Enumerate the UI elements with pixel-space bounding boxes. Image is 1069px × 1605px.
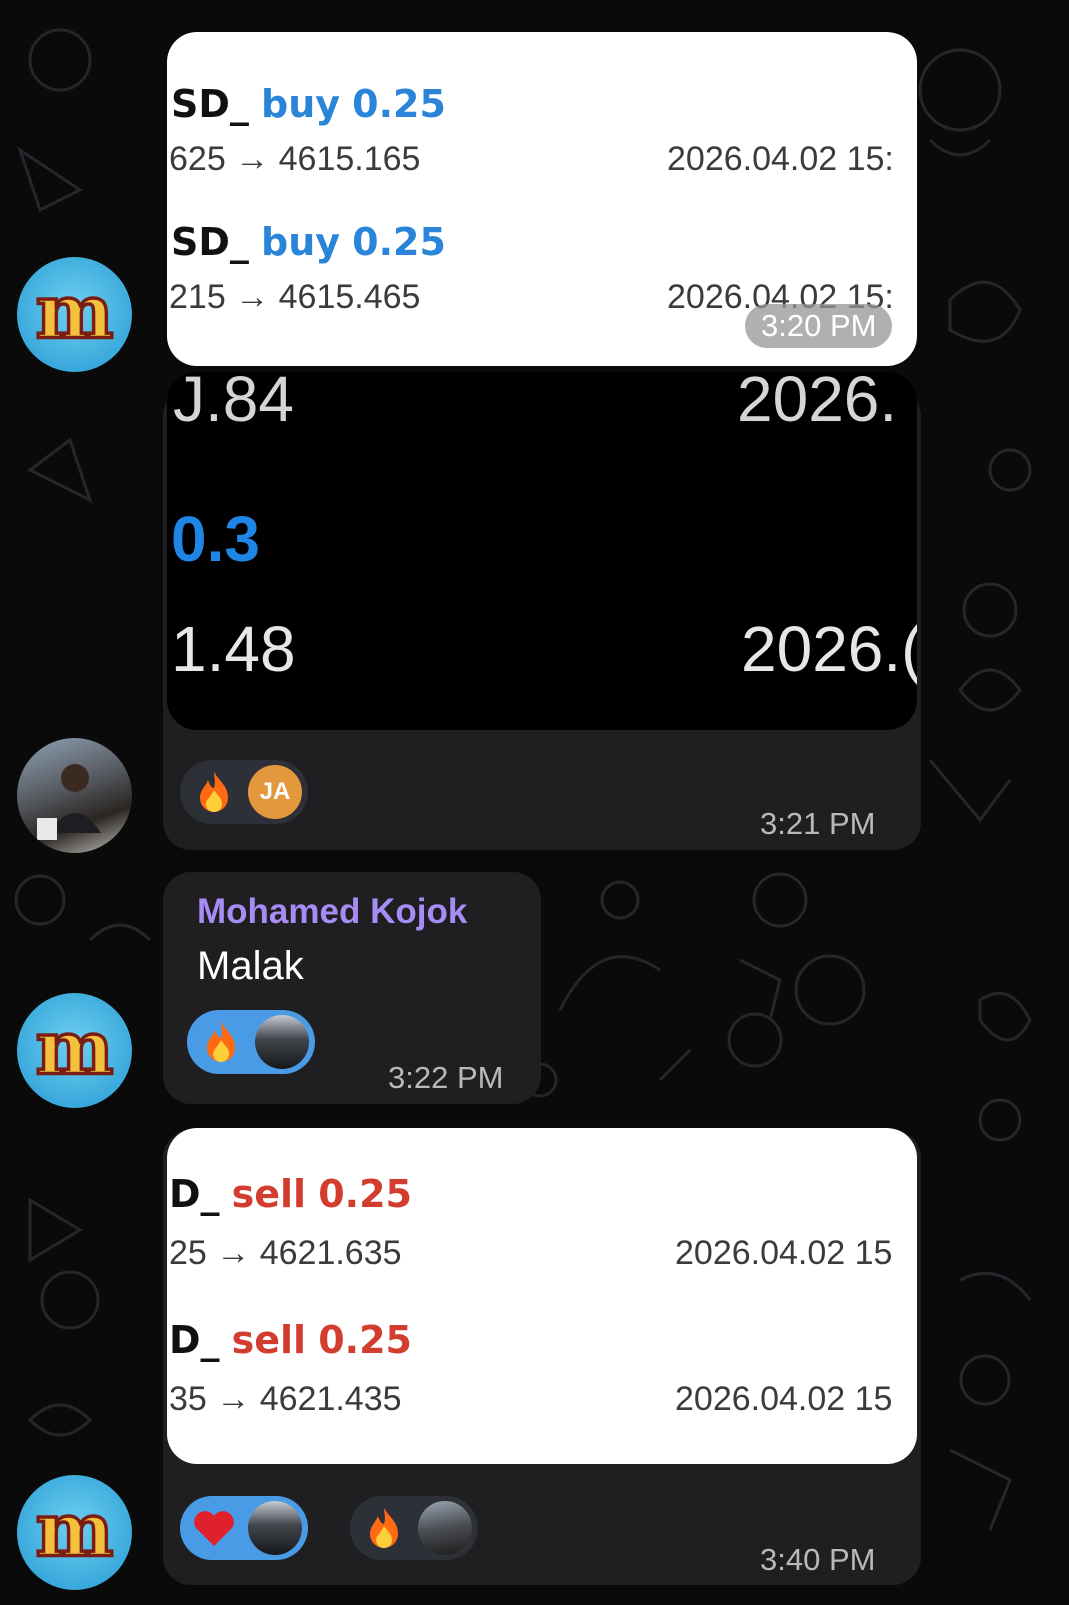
svg-text:m: m xyxy=(36,1006,114,1092)
m-logo-icon: m xyxy=(34,1486,115,1575)
trade-route: 25 → 4621.635 xyxy=(169,1234,402,1272)
person-photo-icon xyxy=(37,764,101,840)
trade-date: 2026.04.02 15 xyxy=(675,1234,893,1272)
reactor-avatar xyxy=(418,1501,472,1555)
avatar[interactable]: m xyxy=(17,257,132,372)
fire-icon xyxy=(370,1508,398,1548)
reaction-heart[interactable] xyxy=(180,1496,308,1560)
trade-amount: 0.25 xyxy=(318,1172,412,1216)
m-logo-icon: m xyxy=(34,268,115,357)
avatar[interactable]: m xyxy=(17,1475,132,1590)
partial-date: 2026. xyxy=(737,372,898,435)
trade-symbol: SD_ xyxy=(171,82,249,126)
message-bubble[interactable]: Mohamed Kojok Malak 3:22 PM xyxy=(163,872,541,1104)
svg-text:m: m xyxy=(36,270,114,356)
fire-icon xyxy=(207,1022,235,1062)
trade-amount: 0.25 xyxy=(318,1318,412,1362)
message-time: 3:20 PM xyxy=(745,304,893,348)
avatar[interactable] xyxy=(17,738,132,853)
heart-icon xyxy=(194,1511,234,1546)
partial-value: J.84 xyxy=(173,372,294,435)
m-logo-icon: m xyxy=(34,1004,115,1093)
dark-screenshot[interactable]: J.84 2026. 0.3 1.48 2026.( xyxy=(167,372,917,730)
trade-screenshot-sell[interactable]: D_ sell 0.25 25 → 4621.635 2026.04.02 15… xyxy=(167,1128,917,1464)
reaction-fire[interactable] xyxy=(187,1010,315,1074)
trade-amount: 0.25 xyxy=(352,220,446,264)
date-value: 2026.( xyxy=(741,613,917,685)
trade-amount: 0.25 xyxy=(352,82,446,126)
trade-symbol: D_ xyxy=(169,1172,220,1216)
message-time: 3:21 PM xyxy=(760,806,876,841)
avatar[interactable]: m xyxy=(17,993,132,1108)
trade-route: 35 → 4621.435 xyxy=(169,1380,402,1418)
trade-date: 2026.04.02 15 xyxy=(675,1380,893,1418)
reaction-fire[interactable] xyxy=(350,1496,478,1560)
reactor-avatar xyxy=(248,1501,302,1555)
trade-route: 625 → 4615.165 xyxy=(169,140,421,178)
reaction-fire[interactable]: JA xyxy=(180,760,308,824)
trade-side: sell xyxy=(231,1318,307,1362)
trade-route: 215 → 4615.465 xyxy=(169,278,421,316)
message-time: 3:40 PM xyxy=(760,1542,876,1577)
value: 1.48 xyxy=(171,613,296,685)
trade-side: buy xyxy=(261,220,341,264)
fire-icon xyxy=(200,772,228,812)
sender-name: Mohamed Kojok xyxy=(197,892,468,931)
svg-text:m: m xyxy=(36,1488,114,1574)
highlight-value: 0.3 xyxy=(171,503,260,575)
trade-screenshot-buy[interactable]: SD_ buy 0.25 625 → 4615.165 2026.04.02 1… xyxy=(167,32,917,366)
message-text: Malak xyxy=(197,944,304,988)
trade-symbol: SD_ xyxy=(171,220,249,264)
message-time: 3:22 PM xyxy=(388,1060,504,1095)
reactor-avatar: JA xyxy=(248,765,302,819)
reactor-avatar xyxy=(255,1015,309,1069)
trade-date: 2026.04.02 15: xyxy=(667,140,894,178)
trade-side: buy xyxy=(261,82,341,126)
trade-symbol: D_ xyxy=(169,1318,220,1362)
trade-side: sell xyxy=(231,1172,307,1216)
